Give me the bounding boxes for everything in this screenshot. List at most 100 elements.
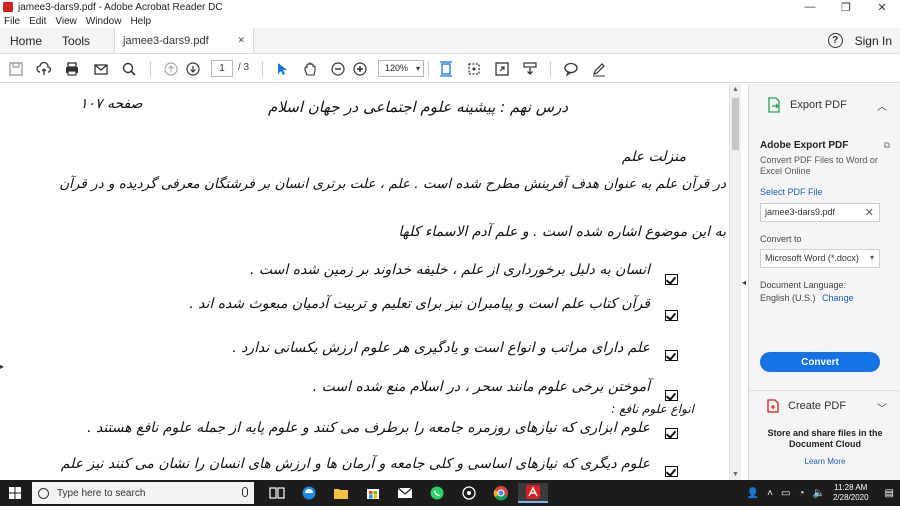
remove-file-close-icon[interactable]: ✕ — [865, 206, 874, 219]
export-pdf-title: Export PDF — [790, 99, 847, 111]
tab-home[interactable]: Home — [0, 28, 52, 53]
windows-start-icon[interactable] — [9, 487, 21, 499]
doc-point-2: قرآن کتاب علم است و پیامبران نیز برای تع… — [189, 296, 650, 312]
tools-panel: Export PDF ︿ Adobe Export PDF ⧉ Convert … — [748, 84, 900, 480]
copy-icon[interactable]: ⧉ — [884, 140, 890, 151]
menu-bar: File Edit View Window Help — [0, 14, 900, 28]
microphone-icon[interactable] — [242, 487, 248, 497]
print-icon[interactable] — [63, 60, 81, 78]
select-cursor-icon[interactable] — [273, 60, 291, 78]
mail-icon[interactable] — [390, 483, 420, 503]
acrobat-window: jamee3-dars9.pdf - Adobe Acrobat Reader … — [0, 0, 900, 506]
scroll-up-icon[interactable]: ▲ — [732, 86, 739, 93]
clock-date: 2/28/2020 — [832, 493, 869, 502]
acrobat-app-icon — [3, 2, 13, 12]
zoom-chevron-down-icon: ▾ — [415, 64, 420, 73]
doc-point-3: علم دارای مراتب و انواع است و یادگیری هر… — [232, 340, 650, 356]
chrome-icon[interactable] — [486, 483, 516, 503]
document-tab-close-icon[interactable]: ✕ — [237, 35, 245, 46]
battery-icon[interactable]: ▭ — [781, 488, 790, 499]
select-pdf-file-label: Select PDF File — [760, 187, 823, 197]
page-down-icon[interactable] — [184, 60, 202, 78]
right-panel-toggle-icon[interactable]: ◂ — [742, 278, 746, 287]
document-scrollbar[interactable]: ▲ ▼ — [729, 84, 741, 480]
selected-file-field[interactable]: jamee3-dars9.pdf ✕ — [760, 203, 880, 222]
create-pdf-label: Create PDF — [788, 399, 847, 412]
export-description: Convert PDF Files to Word or Excel Onlin… — [760, 155, 878, 176]
zoom-out-icon[interactable] — [329, 60, 347, 78]
edge-icon[interactable] — [294, 483, 324, 503]
toolbar: 1 / 3 120% ▾ — [0, 54, 900, 83]
title-bar: jamee3-dars9.pdf - Adobe Acrobat Reader … — [0, 0, 900, 14]
menu-edit[interactable]: Edit — [29, 16, 46, 27]
close-button[interactable]: ✕ — [864, 0, 900, 14]
chevron-up-icon[interactable]: ˄ — [767, 488, 773, 499]
fit-page-icon[interactable] — [437, 60, 455, 78]
create-pdf-row[interactable]: Create PDF ﹀ — [749, 390, 900, 420]
document-view[interactable]: ▸ درس نهم : پیشینه علوم اجتماعی در جهان … — [0, 84, 746, 480]
doc-subheading: منزلت علم — [621, 149, 686, 165]
convert-button[interactable]: Convert — [760, 352, 880, 372]
scrollbar-thumb[interactable] — [732, 98, 739, 150]
left-panel-toggle-icon[interactable]: ▸ — [0, 362, 4, 371]
scroll-down-icon[interactable]: ▼ — [732, 471, 739, 478]
window-controls: — ❐ ✕ — [792, 0, 900, 14]
page-number-input[interactable]: 1 — [211, 60, 233, 77]
volume-icon[interactable]: 🔈 — [813, 488, 825, 499]
pen-icon[interactable] — [590, 60, 608, 78]
hand-icon[interactable] — [301, 60, 319, 78]
system-clock[interactable]: 11:28 AM 2/28/2020 — [833, 483, 869, 503]
acrobat-icon[interactable] — [518, 483, 548, 503]
search-icon[interactable] — [120, 60, 138, 78]
convert-to-label: Convert to — [760, 234, 802, 244]
chevron-down-icon: ▾ — [869, 253, 874, 262]
document-language-value: English (U.S.) — [760, 293, 816, 303]
collapse-chevron-up-icon[interactable]: ︿ — [877, 98, 887, 113]
taskbar-search-placeholder: Type here to search — [57, 487, 146, 499]
maximize-button[interactable]: ❐ — [828, 0, 864, 14]
save-icon[interactable] — [7, 60, 25, 78]
zoom-level-select[interactable]: 120% ▾ — [378, 60, 424, 77]
email-icon[interactable] — [92, 60, 110, 78]
doc-line-1: در قرآن علم به عنوان هدف آفرینش مطرح شده… — [59, 176, 726, 192]
create-pdf-icon — [767, 398, 779, 413]
notifications-icon[interactable]: ▤ — [885, 488, 894, 499]
document-cloud-text: Store and share files in the Document Cl… — [767, 428, 883, 449]
media-icon[interactable] — [454, 483, 484, 503]
file-explorer-icon[interactable] — [326, 483, 356, 503]
upload-icon[interactable] — [35, 60, 53, 78]
document-tab[interactable]: jamee3-dars9.pdf ✕ — [114, 28, 255, 53]
read-mode-icon[interactable] — [465, 60, 483, 78]
page-up-icon[interactable] — [162, 60, 180, 78]
change-language-link[interactable]: Change — [822, 293, 854, 303]
menu-window[interactable]: Window — [86, 16, 122, 27]
comment-icon[interactable] — [562, 60, 580, 78]
fullscreen-icon[interactable] — [493, 60, 511, 78]
adobe-export-title: Adobe Export PDF ⧉ — [760, 140, 890, 151]
whatsapp-icon[interactable] — [422, 483, 452, 503]
scroll-mode-icon[interactable] — [521, 60, 539, 78]
task-view-icon[interactable] — [262, 483, 292, 503]
minimize-button[interactable]: — — [792, 0, 828, 14]
convert-to-select[interactable]: Microsoft Word (*.docx) ▾ — [760, 249, 880, 268]
help-icon[interactable]: ? — [827, 33, 843, 48]
doc-note: انواع علوم نافع : — [611, 402, 694, 416]
system-tray: 👤 ˄ ▭ ◔ 🔈 11:28 AM 2/28/2020 ▤ — [747, 480, 900, 506]
expand-chevron-down-icon[interactable]: ﹀ — [877, 400, 887, 415]
checkmark-icon — [665, 274, 678, 285]
store-icon[interactable] — [358, 483, 388, 503]
network-icon[interactable]: ◔ — [798, 488, 804, 499]
export-pdf-body: Adobe Export PDF ⧉ Convert PDF Files to … — [760, 126, 890, 303]
menu-help[interactable]: Help — [130, 16, 151, 27]
tab-tools[interactable]: Tools — [52, 28, 100, 53]
zoom-in-icon[interactable] — [351, 60, 369, 78]
taskbar-search-input[interactable]: Type here to search — [32, 482, 254, 504]
export-pdf-header[interactable]: Export PDF ︿ — [749, 84, 900, 126]
learn-more-link[interactable]: Learn More — [757, 457, 893, 466]
convert-to-value: Microsoft Word (*.docx) — [765, 253, 859, 263]
people-icon[interactable]: 👤 — [747, 488, 759, 499]
sign-in-button[interactable]: Sign In — [855, 34, 892, 48]
menu-file[interactable]: File — [4, 16, 20, 27]
doc-point-6: علوم دیگری که نیازهای اساسی و کلی جامعه … — [60, 456, 650, 472]
menu-view[interactable]: View — [55, 16, 77, 27]
